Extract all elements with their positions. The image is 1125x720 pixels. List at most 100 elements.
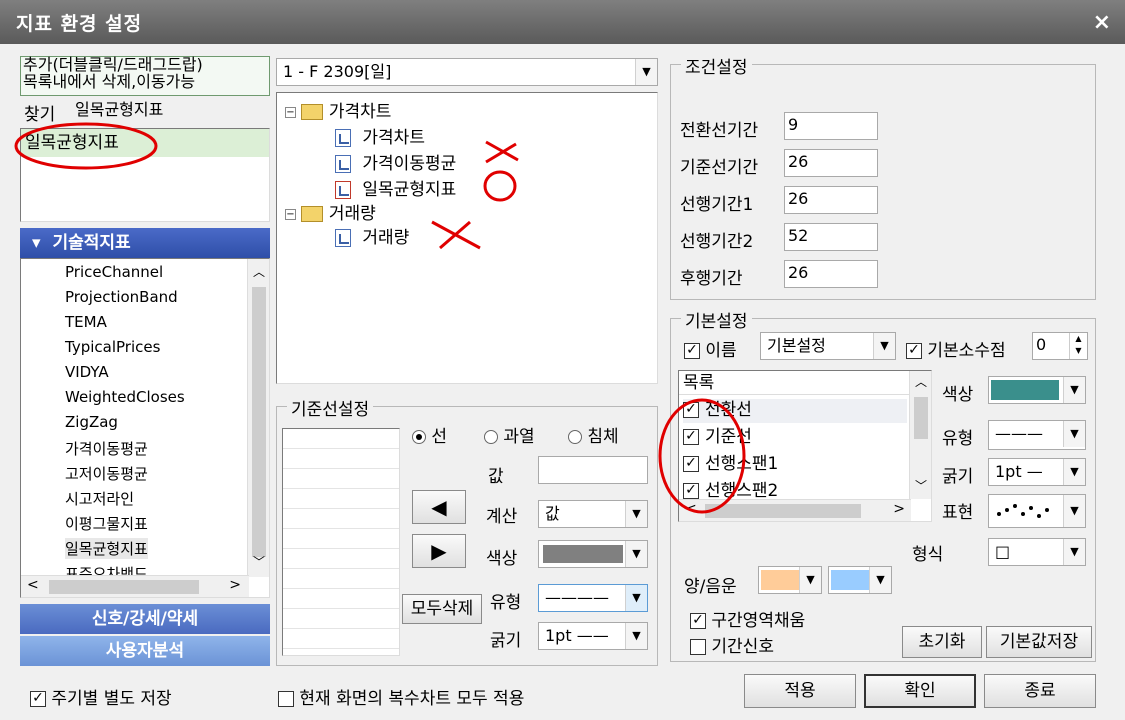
reset-button[interactable]: 초기화 [902,626,982,658]
left-arrow-button[interactable]: ◀ [412,490,466,524]
radio-icon[interactable] [412,430,426,444]
scroll-thumb[interactable] [914,397,928,439]
section-user-analysis[interactable]: 사용자분석 [20,636,270,666]
chart-select[interactable]: 1 - F 2309[일] ▼ [276,58,658,86]
indicator-hscroll[interactable]: < > [21,575,249,597]
right-arrow-button[interactable]: ▶ [412,534,466,568]
delete-all-button[interactable]: 모두삭제 [402,594,482,624]
indicator-scrollbar[interactable]: ︿ ﹀ [247,259,269,577]
dropdown-arrow-icon[interactable]: ▼ [1063,459,1085,485]
period-save-checkbox[interactable]: ✓ 주기별 별도 저장 [30,684,172,709]
checkbox-icon[interactable]: ✓ [683,483,699,499]
dropdown-arrow-icon[interactable]: ▼ [873,333,895,359]
checkbox-icon[interactable] [690,639,706,655]
tree-item[interactable]: 가격차트 [335,123,425,148]
chevron-right-icon[interactable]: > [229,577,241,593]
dropdown-arrow-icon[interactable]: ▼ [1063,495,1085,527]
checkbox-icon[interactable]: ✓ [683,429,699,445]
checkbox-icon[interactable]: ✓ [683,456,699,472]
condition-input[interactable]: 26 [784,186,878,214]
checkbox-icon[interactable]: ✓ [30,691,46,707]
chevron-left-icon[interactable]: < [27,577,39,593]
decimal-spinner[interactable]: 0 ▲ ▼ [1032,332,1088,360]
dropdown-arrow-icon[interactable]: ▼ [1063,539,1085,565]
checkbox-icon[interactable]: ✓ [683,402,699,418]
section-signal[interactable]: 신호/강세/약세 [20,604,270,634]
ok-button[interactable]: 확인 [864,674,976,708]
find-input[interactable]: 일목균형지표 [72,98,270,124]
series-width-select[interactable]: 1pt — ▼ [988,458,1086,486]
spinner-arrows-icon[interactable]: ▲ ▼ [1069,333,1087,359]
indicator-item[interactable]: 일목균형지표 [65,538,148,559]
signal-checkbox[interactable]: 기간신호 [690,632,774,657]
radio-dip[interactable]: 침체 [568,422,619,447]
tree-item[interactable]: 거래량 [335,223,409,248]
indicator-item[interactable]: 이평그물지표 [65,513,148,534]
baseline-type-select[interactable]: ———— ▼ [538,584,648,612]
name-checkbox[interactable]: ✓ 이름 [684,336,737,361]
apply-all-checkbox[interactable]: 현재 화면의 복수차트 모두 적용 [278,684,524,709]
close-icon[interactable]: × [1093,10,1111,35]
condition-input[interactable]: 26 [784,260,878,288]
dropdown-arrow-icon[interactable]: ▼ [869,567,891,593]
checkbox-icon[interactable]: ✓ [684,343,700,359]
dropdown-arrow-icon[interactable]: ▼ [625,623,647,649]
close-button[interactable]: 종료 [984,674,1096,708]
indicator-item[interactable]: ZigZag [65,413,118,431]
indicator-item[interactable]: 시고저라인 [65,488,134,509]
radio-icon[interactable] [484,430,498,444]
radio-overheat[interactable]: 과열 [484,422,535,447]
dropdown-arrow-icon[interactable]: ▼ [635,59,657,85]
decimal-checkbox[interactable]: ✓ 기본소수점 [906,336,1006,361]
series-hscroll[interactable]: < > [679,499,911,521]
series-item[interactable]: ✓ 선행스팬1 [683,453,907,477]
dropdown-arrow-icon[interactable]: ▼ [625,501,647,527]
chevron-down-icon[interactable]: ﹀ [915,477,927,494]
format-select[interactable]: □ ▼ [988,538,1086,566]
indicator-item[interactable]: VIDYA [65,363,109,381]
series-scrollbar[interactable]: ︿ ﹀ [909,371,931,499]
checkbox-icon[interactable] [278,691,294,707]
tree-folder-price[interactable]: − 가격차트 [285,97,391,122]
indicator-item[interactable]: ProjectionBand [65,288,178,306]
scroll-thumb[interactable] [252,287,266,557]
condition-input[interactable]: 9 [784,112,878,140]
indicator-item[interactable]: 고저이동평균 [65,463,148,484]
condition-input[interactable]: 26 [784,149,878,177]
checkbox-icon[interactable]: ✓ [690,613,706,629]
tree-folder-volume[interactable]: − 거래량 [285,199,376,224]
series-color-select[interactable]: ▼ [988,376,1086,404]
chevron-right-icon[interactable]: > [893,501,905,517]
neg-color-select[interactable]: ▼ [828,566,892,594]
collapse-icon[interactable]: − [285,208,296,220]
search-result-item[interactable]: 일목균형지표 [21,129,269,157]
series-item[interactable]: ✓ 전환선 [683,399,907,423]
chevron-down-icon[interactable]: ﹀ [253,553,265,570]
radio-icon[interactable] [568,430,582,444]
tree-item-selected[interactable]: 일목균형지표 [335,175,456,200]
display-select[interactable]: ▼ [988,494,1086,528]
baseline-width-select[interactable]: 1pt —— ▼ [538,622,648,650]
tree-item[interactable]: 가격이동평균 [335,149,456,174]
indicator-item[interactable]: 가격이동평균 [65,438,148,459]
indicator-item[interactable]: WeightedCloses [65,388,185,406]
series-item[interactable]: ✓ 기준선 [683,426,907,450]
hscroll-thumb[interactable] [705,504,861,518]
baseline-color-select[interactable]: ▼ [538,540,648,568]
hscroll-thumb[interactable] [49,580,199,594]
name-select[interactable]: 기본설정 ▼ [760,332,896,360]
dropdown-arrow-icon[interactable]: ▼ [799,567,821,593]
calc-select[interactable]: 값 ▼ [538,500,648,528]
checkbox-icon[interactable]: ✓ [906,343,922,359]
dropdown-arrow-icon[interactable]: ▼ [1063,377,1085,403]
fill-checkbox[interactable]: ✓ 구간영역채움 [690,606,805,631]
baseline-list[interactable] [282,428,400,656]
apply-button[interactable]: 적용 [744,674,856,708]
indicator-item[interactable]: TypicalPrices [65,338,160,356]
series-type-select[interactable]: ——— ▼ [988,420,1086,450]
indicator-item[interactable]: TEMA [65,313,107,331]
dropdown-arrow-icon[interactable]: ▼ [1063,421,1085,447]
value-input[interactable] [538,456,648,484]
condition-input[interactable]: 52 [784,223,878,251]
collapse-icon[interactable]: − [285,106,296,118]
